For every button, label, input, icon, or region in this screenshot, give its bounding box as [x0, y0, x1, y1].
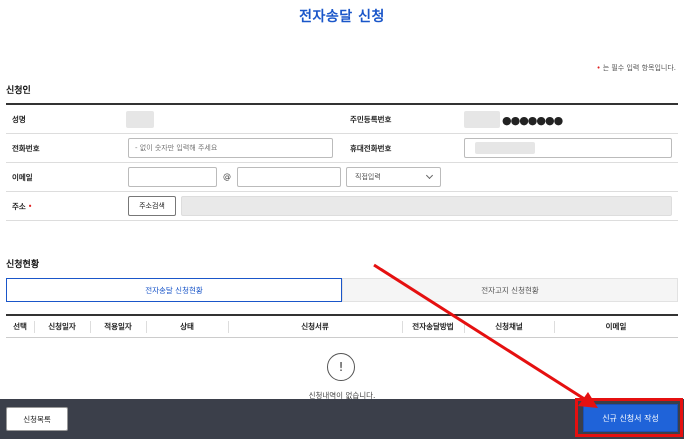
column-channel: 신청채널 — [495, 322, 523, 331]
column-apply-date: 신청일자 — [48, 322, 76, 331]
application-list-button[interactable]: 신청목록 — [6, 407, 68, 431]
column-select: 선택 — [13, 322, 27, 331]
column-effective-date: 적용일자 — [104, 322, 132, 331]
address-label: 주소 • — [6, 192, 32, 220]
status-tabs: 전자송달 신청현황 전자고지 신청현황 — [6, 278, 678, 302]
required-note-text: 는 필수 입력 항목입니다. — [602, 64, 676, 72]
rrn-label: 주민등록번호 — [350, 114, 392, 124]
email-domain-select[interactable]: 직접입력 — [346, 167, 441, 187]
mobile-input[interactable] — [464, 138, 672, 158]
email-local-input[interactable] — [128, 167, 217, 187]
mobile-value-redacted — [475, 142, 535, 154]
row-name: 성명 주민등록번호 ●●●●●●● — [6, 105, 678, 134]
phone-input[interactable]: - 없이 숫자만 입력해 주세요 — [128, 138, 333, 158]
tab-electronic-delivery[interactable]: 전자송달 신청현황 — [6, 278, 342, 302]
list-header: 선택 신청일자 적용일자 상태 신청서류 전자송달방법 신청채널 이메일 — [6, 314, 678, 338]
required-note: • 는 필수 입력 항목입니다. — [597, 63, 676, 73]
email-at-sign: @ — [223, 172, 231, 181]
row-email: 이메일 @ 직접입력 — [6, 163, 678, 192]
address-required-marker: • — [27, 201, 33, 211]
name-label: 성명 — [12, 114, 26, 124]
address-label-text: 주소 — [12, 201, 26, 211]
column-email: 이메일 — [605, 322, 627, 331]
column-documents: 신청서류 — [301, 322, 329, 331]
phone-label: 전화번호 — [12, 143, 40, 153]
tab-electronic-notice[interactable]: 전자고지 신청현황 — [342, 278, 678, 302]
page-title: 전자송달 신청 — [299, 9, 385, 25]
required-marker: • — [596, 64, 601, 72]
chevron-down-icon — [425, 171, 434, 180]
address-field[interactable] — [181, 196, 672, 216]
applicant-section-title: 신청인 — [6, 86, 31, 96]
row-address: 주소 • 주소검색 — [6, 192, 678, 221]
mobile-label: 휴대전화번호 — [350, 143, 392, 153]
status-section-title: 신청현황 — [6, 260, 40, 270]
exclamation-icon: ! — [327, 353, 355, 381]
row-phone: 전화번호 - 없이 숫자만 입력해 주세요 휴대전화번호 — [6, 134, 678, 163]
highlight-box — [575, 398, 683, 437]
column-status: 상태 — [180, 322, 194, 331]
address-search-button[interactable]: 주소검색 — [128, 196, 176, 216]
column-delivery-method: 전자송달방법 — [412, 322, 454, 331]
rrn-front-redacted — [464, 111, 500, 128]
email-label: 이메일 — [12, 172, 33, 182]
rrn-masked: ●●●●●●● — [502, 114, 563, 127]
email-domain-select-value: 직접입력 — [355, 173, 381, 181]
email-domain-input[interactable] — [237, 167, 341, 187]
applicant-form: 성명 주민등록번호 ●●●●●●● 전화번호 - 없이 숫자만 입력해 주세요 … — [6, 103, 678, 221]
name-value-redacted — [126, 111, 154, 128]
